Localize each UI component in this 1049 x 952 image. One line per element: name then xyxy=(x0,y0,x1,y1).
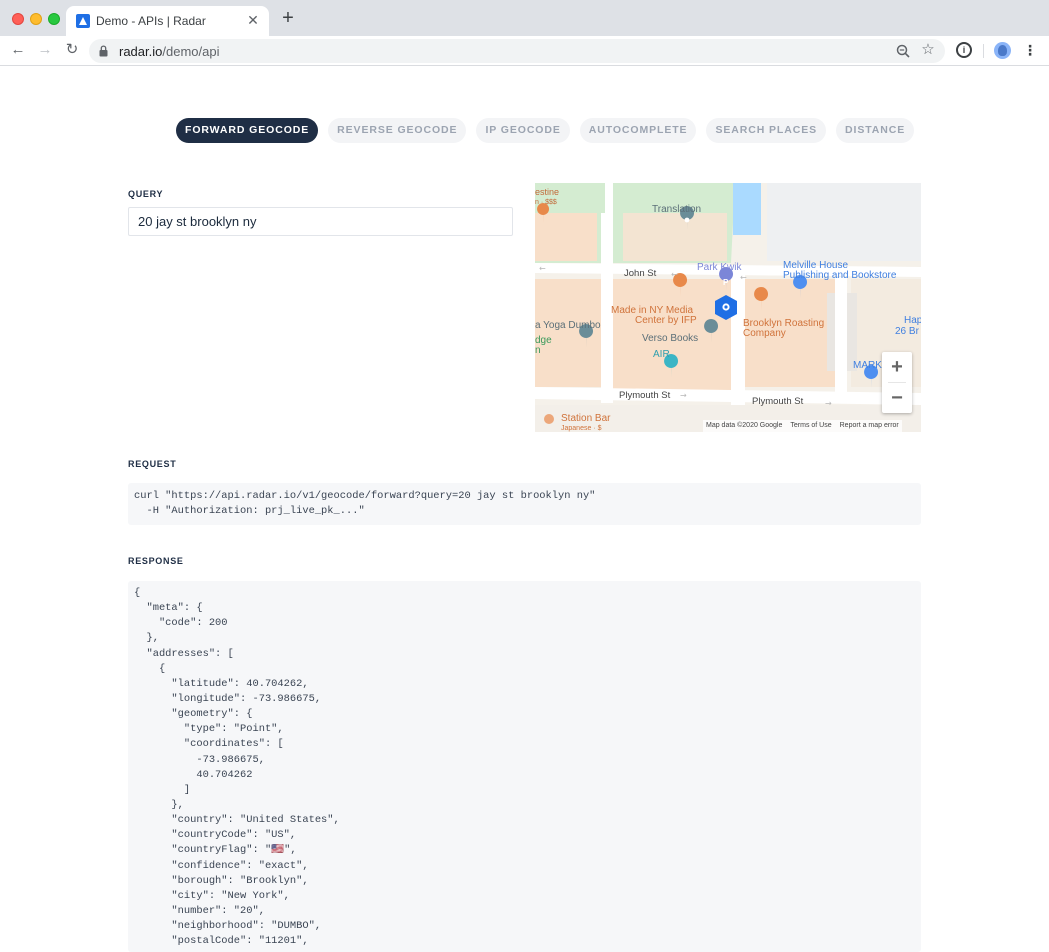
map-zoom-control: + − xyxy=(882,352,912,413)
response-code-line: { xyxy=(134,587,141,599)
response-code-line: "countryCode": "US", xyxy=(134,829,297,842)
svg-text:→: → xyxy=(825,399,832,408)
report-map-error-link[interactable]: Report a map error xyxy=(840,422,899,429)
map-label-mark: MARK xyxy=(853,360,882,371)
map-label-n: n xyxy=(535,345,541,356)
browser-tab-bar: Demo - APIs | Radar ✕ + xyxy=(0,0,1049,36)
map-label-brooklyn-roasting-2: Company xyxy=(743,328,786,339)
map-data-credit: Map data ©2020 Google xyxy=(706,422,783,429)
response-code-line: }, xyxy=(134,632,159,645)
reload-icon[interactable]: ↻ xyxy=(63,41,81,59)
url-path: /demo/api xyxy=(162,44,220,59)
response-code-line: }, xyxy=(134,798,184,811)
response-code-line: "confidence": "exact", xyxy=(134,859,309,872)
zoom-in-button[interactable]: + xyxy=(882,352,912,382)
map-label-plymouth-2: Plymouth St xyxy=(752,396,804,407)
response-code-line: 40.704262 xyxy=(134,768,253,781)
api-tabs: FORWARD GEOCODE REVERSE GEOCODE IP GEOCODE… xyxy=(176,118,924,143)
response-code-line: "postalCode": "11201", xyxy=(134,935,309,948)
response-code-line: "code": 200 xyxy=(134,617,228,630)
response-code-line: { xyxy=(134,662,166,675)
response-code-line: -73.986675, xyxy=(134,753,265,766)
request-code-line: -H "Authorization: prj_live_pk_..." xyxy=(134,505,365,518)
response-code-line: "addresses": [ xyxy=(134,647,234,660)
response-code-line: "country": "United States", xyxy=(134,814,340,827)
tab-ip-geocode[interactable]: IP GEOCODE xyxy=(476,118,570,143)
lock-icon xyxy=(99,45,108,57)
close-tab-icon[interactable]: ✕ xyxy=(245,12,261,28)
map-label-made-in-ny-2: Center by IFP xyxy=(635,315,697,326)
map-label-japanese: Japanese · $ xyxy=(561,425,602,432)
browser-tab[interactable]: Demo - APIs | Radar ✕ xyxy=(66,6,269,36)
tab-distance[interactable]: DISTANCE xyxy=(836,118,915,143)
terms-of-use-link[interactable]: Terms of Use xyxy=(790,422,831,429)
response-code-line: "borough": "Brooklyn", xyxy=(134,874,309,887)
query-input[interactable] xyxy=(128,207,513,236)
back-arrow-icon[interactable]: ← xyxy=(9,41,27,59)
maximize-window-button[interactable] xyxy=(48,13,60,25)
response-code-line: "latitude": 40.704262, xyxy=(134,677,309,690)
map-label-br: 26 Br xyxy=(895,326,919,337)
response-label: RESPONSE xyxy=(128,556,184,566)
address-bar[interactable]: radar.io/demo/api ☆ xyxy=(89,39,945,63)
browser-menu-icon[interactable]: ⋮ xyxy=(1023,42,1037,58)
map-attribution: Map data ©2020 Google Terms of Use Report … xyxy=(703,420,902,432)
browser-toolbar: ← → ↻ radar.io/demo/api ☆ xyxy=(0,36,1049,66)
bookmark-star-icon[interactable]: ☆ xyxy=(919,41,937,59)
svg-text:P: P xyxy=(723,278,729,287)
toolbar-divider xyxy=(983,44,984,58)
svg-text:←: ← xyxy=(671,270,678,279)
minimize-window-button[interactable] xyxy=(30,13,42,25)
request-code-line: curl "https://api.radar.io/v1/geocode/fo… xyxy=(134,490,596,502)
forward-arrow-icon[interactable]: → xyxy=(36,41,54,59)
response-code-line: "number": "20", xyxy=(134,904,265,917)
map-label-hap: Hap xyxy=(904,315,921,326)
map-label-translation: Translation xyxy=(652,204,702,215)
tab-forward-geocode[interactable]: FORWARD GEOCODE xyxy=(176,118,319,143)
tab-reverse-geocode[interactable]: REVERSE GEOCODE xyxy=(328,118,467,143)
extension-icon[interactable]: i xyxy=(956,42,972,58)
new-tab-icon[interactable]: + xyxy=(280,8,296,28)
response-code-line: "type": "Point", xyxy=(134,723,284,736)
map-label-plymouth-1: Plymouth St xyxy=(619,390,671,401)
svg-text:→: → xyxy=(680,391,687,400)
map-graphic: P ← ← ← → → xyxy=(535,183,921,432)
map-label-sss: n · $$$ xyxy=(535,199,557,206)
response-code-line: "neighborhood": "DUMBO", xyxy=(134,920,322,933)
request-label: REQUEST xyxy=(128,459,177,469)
map-label-park-kwik: Park Kwik xyxy=(697,262,742,273)
map-label-air: AIR xyxy=(653,349,670,360)
map-label-melville-2: Publishing and Bookstore xyxy=(783,270,897,281)
svg-text:←: ← xyxy=(740,273,747,282)
request-code-block: curl "https://api.radar.io/v1/geocode/fo… xyxy=(128,483,921,525)
response-code-line: "geometry": { xyxy=(134,708,253,721)
radar-favicon-icon xyxy=(76,14,90,28)
close-window-button[interactable] xyxy=(12,13,24,25)
zoom-out-button[interactable]: − xyxy=(882,383,912,413)
response-code-line: "longitude": -73.986675, xyxy=(134,692,322,705)
zoom-magnifier-icon[interactable] xyxy=(894,42,912,60)
tab-search-places[interactable]: SEARCH PLACES xyxy=(706,118,827,143)
response-code-line: "city": "New York", xyxy=(134,889,290,902)
map-label-verso: Verso Books xyxy=(642,333,699,344)
tab-autocomplete[interactable]: AUTOCOMPLETE xyxy=(579,118,697,143)
query-label: QUERY xyxy=(128,189,164,199)
map-view[interactable]: P ← ← ← → → Translation estine n · $$$ J… xyxy=(535,183,921,432)
tab-title: Demo - APIs | Radar xyxy=(96,14,206,28)
svg-text:←: ← xyxy=(539,264,546,273)
map-label-john-st: John St xyxy=(624,268,657,279)
profile-avatar[interactable] xyxy=(994,42,1011,59)
response-code-line: "countryFlag": "🇺🇸", xyxy=(134,844,297,857)
response-code-line: "coordinates": [ xyxy=(134,738,284,751)
response-code-line: "meta": { xyxy=(134,602,203,615)
response-code-line: ] xyxy=(134,783,191,796)
url-text: radar.io/demo/api xyxy=(119,44,219,59)
url-host: radar.io xyxy=(119,44,163,59)
response-code-block: { "meta": { "code": 200 }, "addresses": … xyxy=(128,581,921,952)
map-label-yoga: a Yoga Dumbo xyxy=(535,320,601,331)
